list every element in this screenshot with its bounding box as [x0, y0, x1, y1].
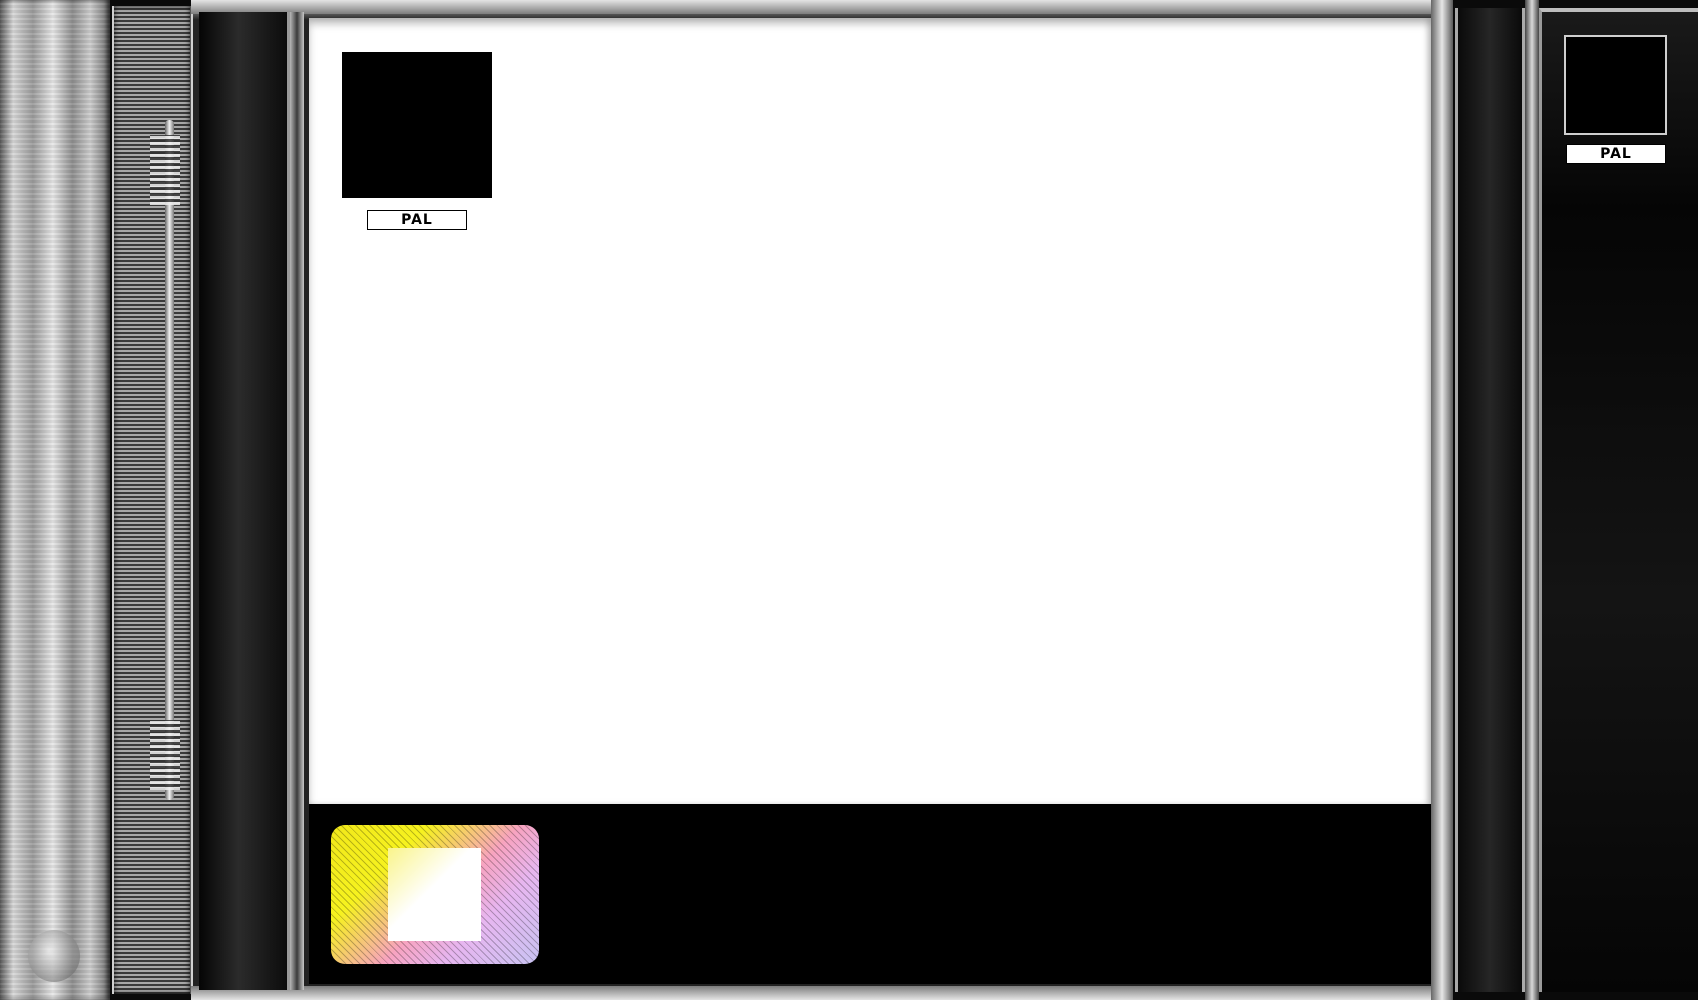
spine-panel [1455, 8, 1525, 992]
hinge-rail [165, 120, 174, 800]
hologram-window [388, 848, 481, 941]
hinge-clip-bottom [150, 720, 180, 790]
spine-art-box [1564, 35, 1667, 135]
hinge-clip-top [150, 135, 180, 205]
case-bottom-rail [191, 986, 1453, 1000]
cover-art-box [342, 52, 492, 198]
case-right-rail [1431, 0, 1453, 1000]
case-left-strip [199, 12, 290, 990]
case-hinge-outer [0, 0, 110, 1000]
cover-format-label: PAL [367, 210, 467, 230]
case-left-strip-edge [290, 12, 304, 990]
spine-format-label: PAL [1566, 144, 1666, 164]
hinge-knob-icon [28, 930, 80, 982]
case-top-rail [191, 0, 1453, 14]
spine-separator [1525, 0, 1539, 1000]
